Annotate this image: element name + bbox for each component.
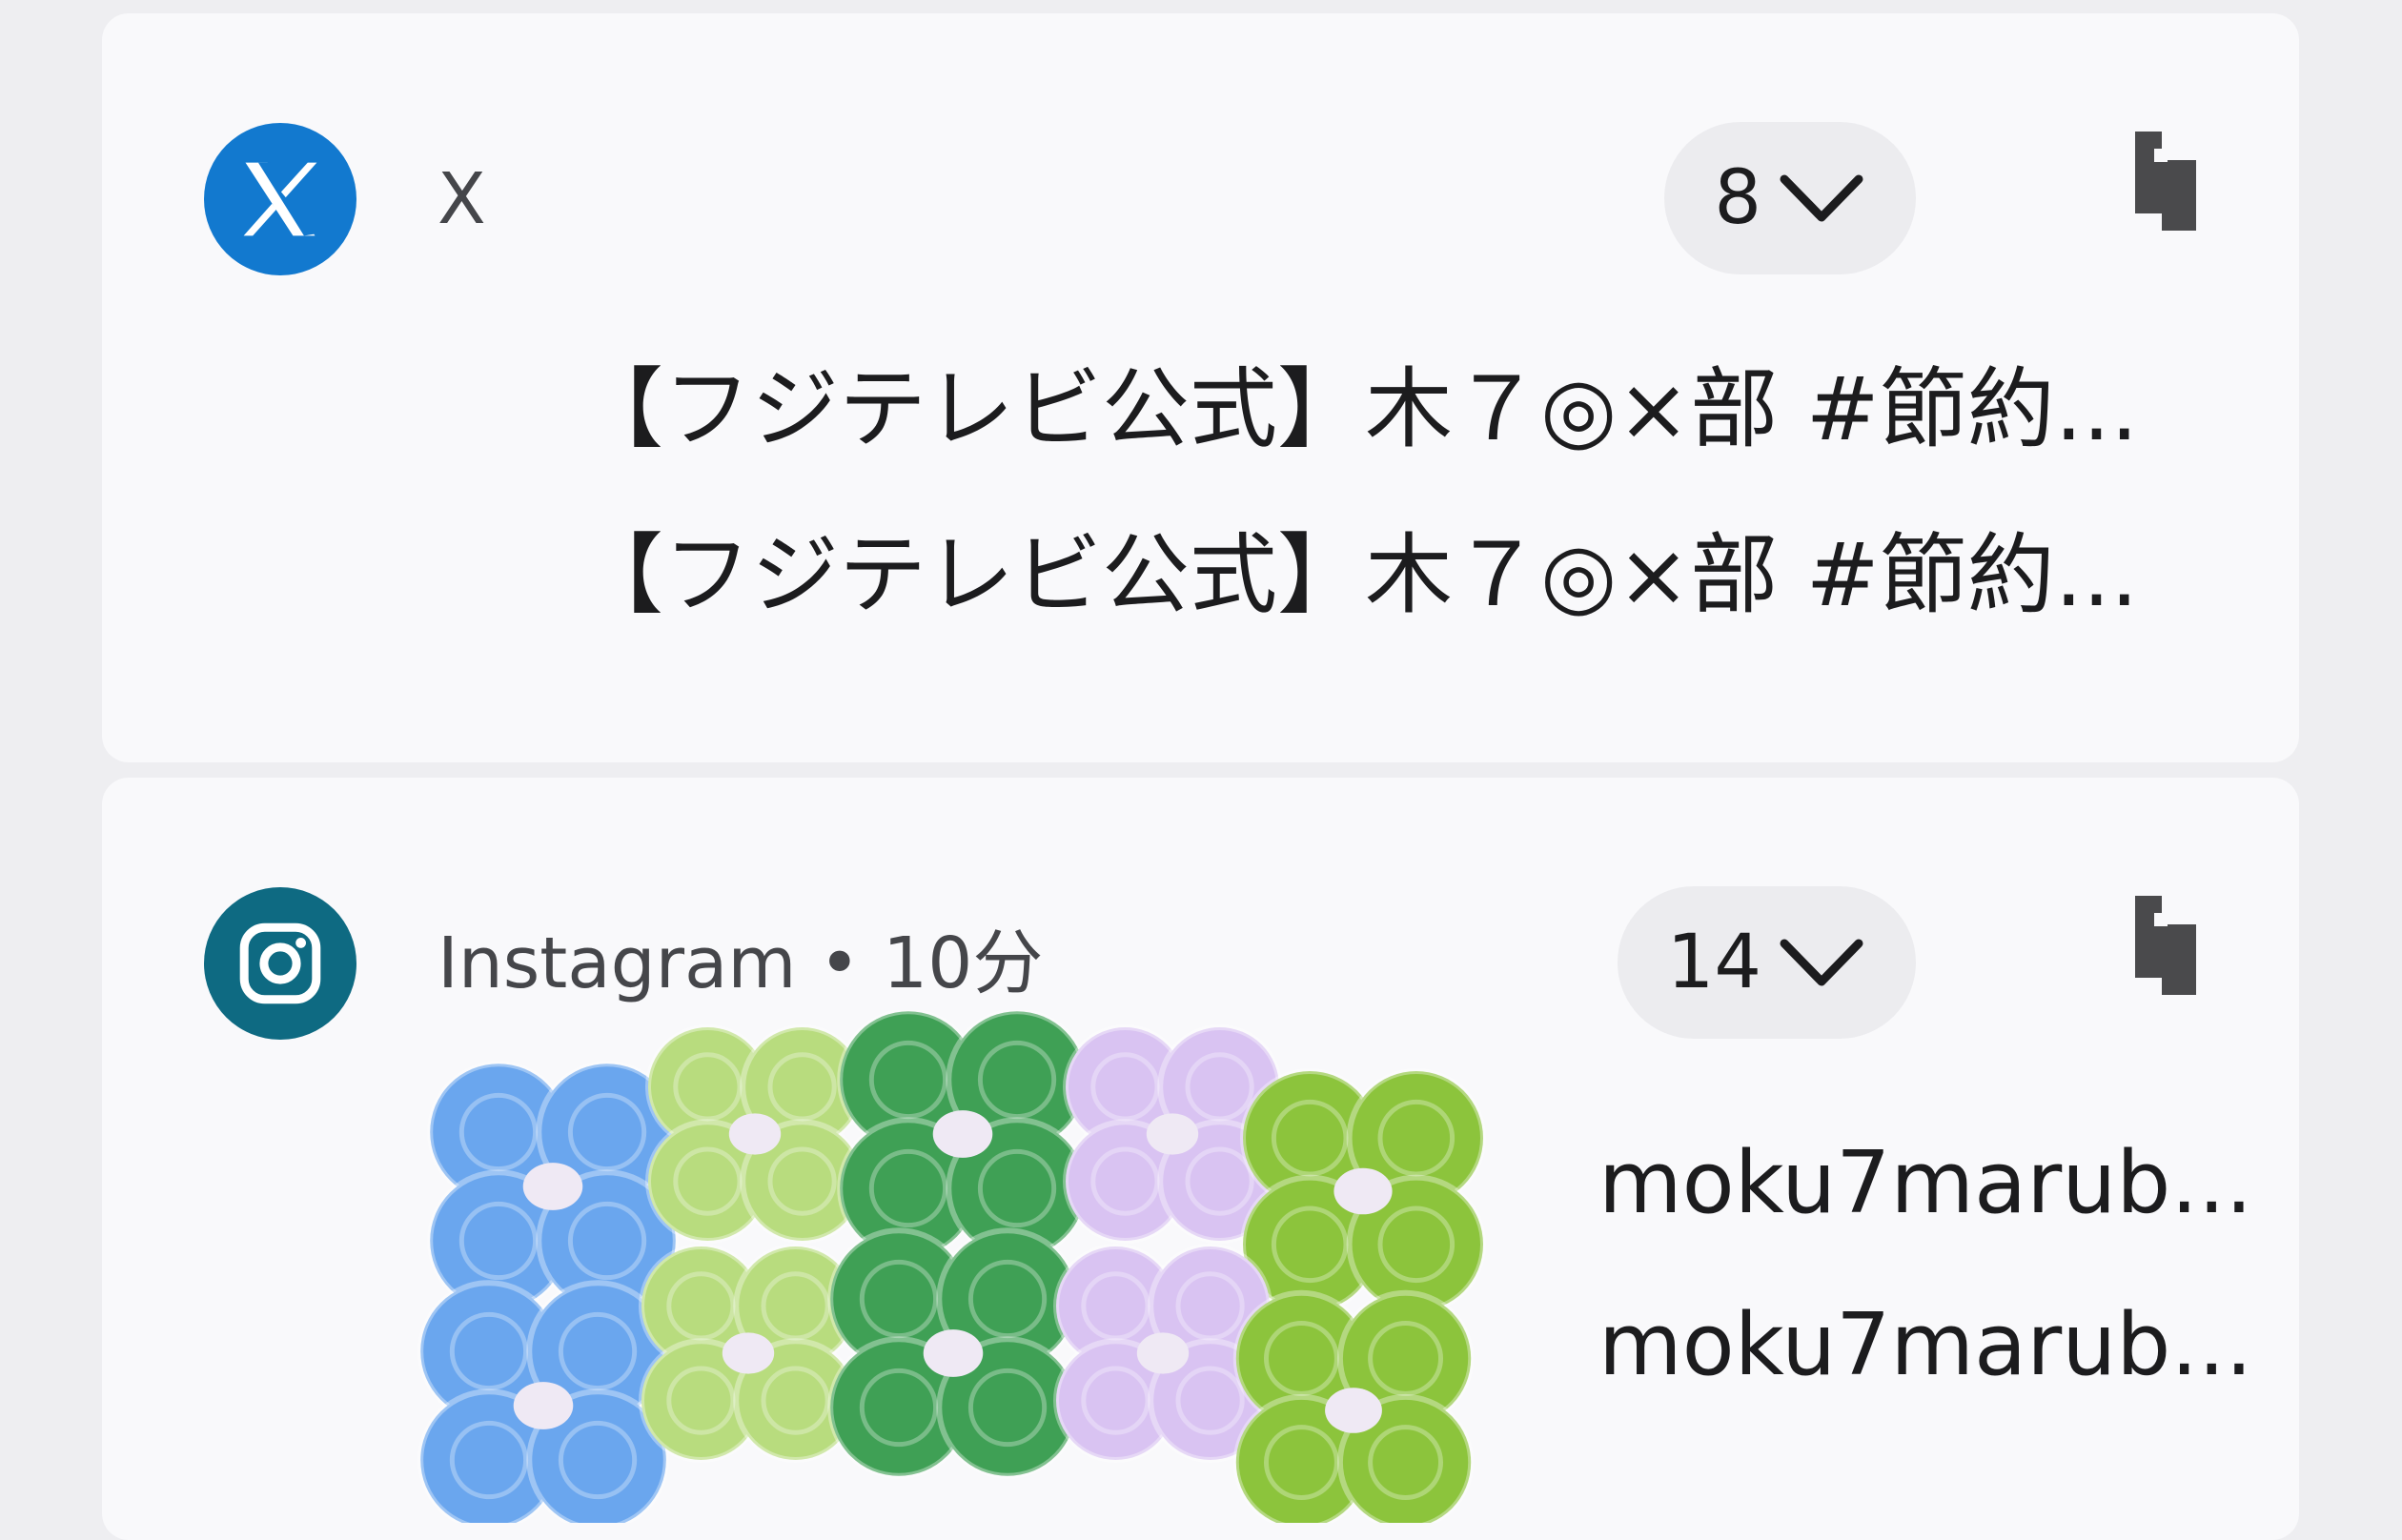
flower-icon <box>1240 1068 1487 1314</box>
flower-icon <box>427 1061 679 1312</box>
chevron-down-icon <box>1780 939 1863 986</box>
copy-icon[interactable] <box>2135 896 2196 995</box>
message-line: 【フジテレビ公式】木７◎×部 #節約... <box>576 358 2139 460</box>
flower-icon <box>827 1227 1079 1479</box>
flower-sticker-icon <box>417 1010 1487 1523</box>
flower-icon <box>645 1024 865 1245</box>
x-logo-icon <box>204 123 356 275</box>
flower-icon <box>417 1280 669 1523</box>
flower-icon <box>837 1010 1089 1260</box>
message-line: moku7marub... <box>1598 1133 2253 1233</box>
notification-card-x[interactable]: X 8 【フジテレビ公式】木７◎×部 #節約... 【フジテレビ公式】木７◎×部… <box>102 13 2299 762</box>
expand-button[interactable]: 14 <box>1617 886 1916 1039</box>
copy-icon[interactable] <box>2135 132 2196 231</box>
message-line: moku7marub... <box>1598 1295 2253 1395</box>
notification-count: 8 <box>1714 155 1761 241</box>
flower-icon <box>1232 1289 1475 1523</box>
app-name: X <box>438 158 486 240</box>
app-name-and-time: Instagram • 10分 <box>438 922 1044 1004</box>
message-line: 【フジテレビ公式】木７◎×部 #節約... <box>576 524 2139 626</box>
flower-icon <box>639 1244 859 1464</box>
chevron-down-icon <box>1780 174 1863 222</box>
notification-count: 14 <box>1666 920 1761 1005</box>
expand-button[interactable]: 8 <box>1664 122 1916 274</box>
instagram-logo-icon <box>204 887 356 1040</box>
